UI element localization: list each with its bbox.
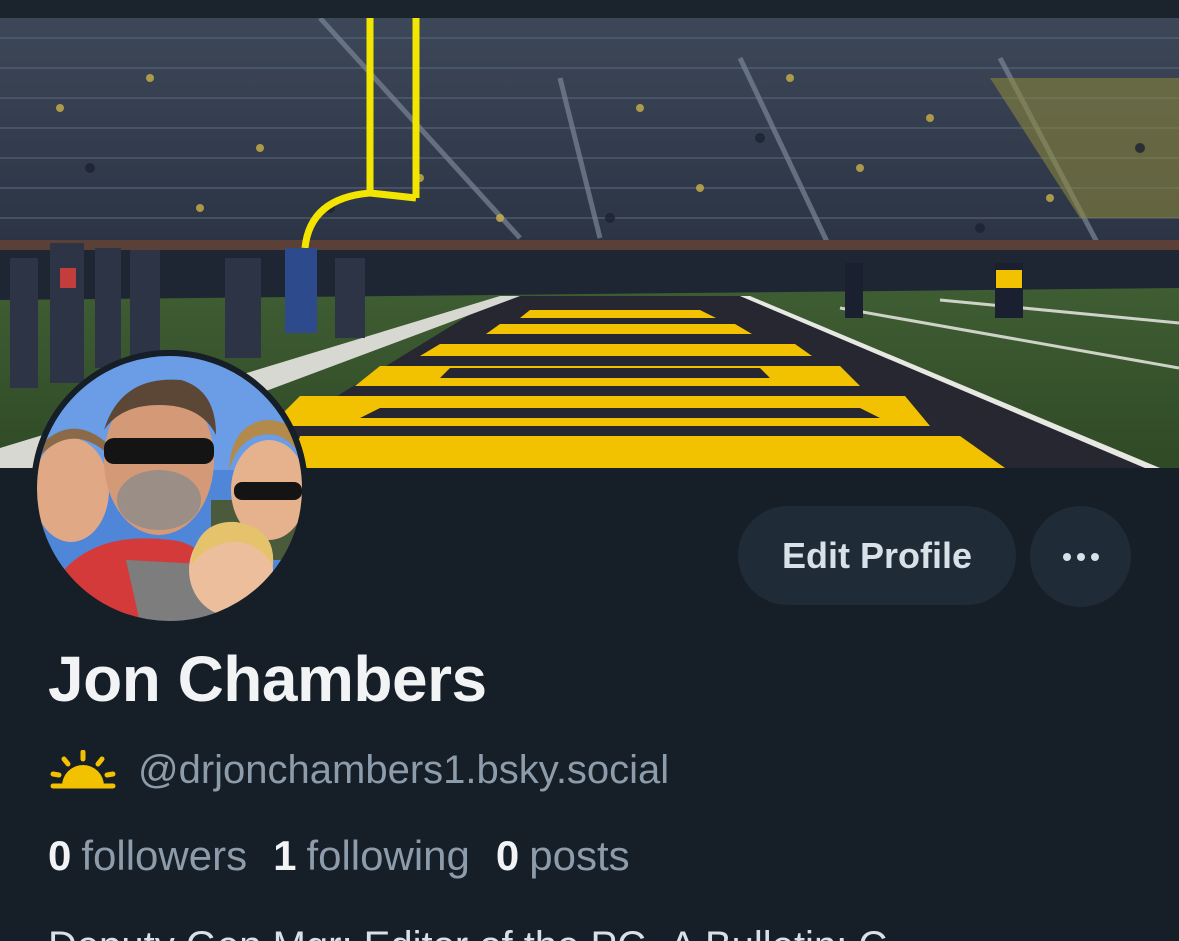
followers-label: followers: [81, 832, 248, 879]
posts-count: 0: [495, 832, 520, 879]
following-count: 1: [273, 832, 297, 879]
handle-row: @drjonchambers1.bsky.social: [50, 745, 669, 795]
following-label: following: [306, 832, 470, 879]
profile-display-name: Jon Chambers: [48, 643, 487, 715]
posts-label: posts: [529, 832, 630, 879]
following-stat[interactable]: 1 following: [273, 832, 470, 880]
sunrise-icon: [50, 750, 116, 789]
profile-bio: Deputy Gen Mgr; Editor of the PC~A Bulle…: [48, 922, 887, 941]
edit-profile-button[interactable]: Edit Profile: [738, 506, 1016, 605]
followers-stat[interactable]: 0 followers: [48, 832, 247, 880]
profile-handle[interactable]: @drjonchambers1.bsky.social: [138, 748, 669, 793]
followers-count: 0: [48, 832, 72, 879]
avatar[interactable]: [31, 350, 308, 627]
status-bar-strip: [0, 0, 1179, 18]
profile-stats: 0 followers 1 following 0 posts: [48, 832, 656, 880]
more-options-button[interactable]: [1030, 506, 1131, 607]
ellipsis-icon: [1060, 548, 1102, 566]
profile-page: Edit Profile Jon Chambers @drjonchambers…: [0, 0, 1179, 941]
posts-stat: 0 posts: [496, 832, 630, 880]
avatar-family-photo: [31, 350, 308, 627]
